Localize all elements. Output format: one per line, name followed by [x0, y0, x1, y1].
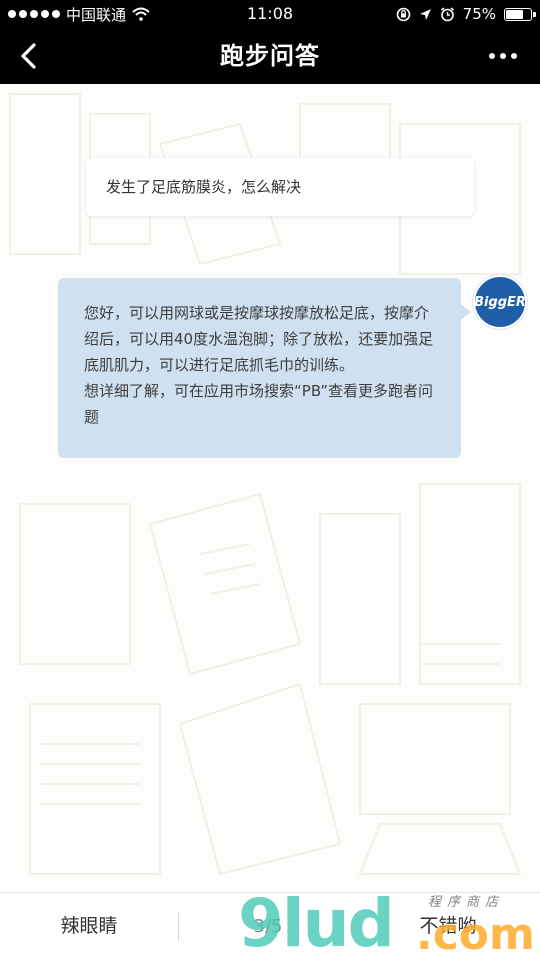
page-title: 跑步问答	[220, 42, 320, 70]
answer-text: 您好，可以用网球或是按摩球按摩放松足底，按摩介绍后，可以用40度水温泡脚；除了放…	[84, 304, 434, 374]
status-bar: 中国联通 11:08 75%	[0, 0, 540, 28]
alarm-clock-icon	[440, 6, 454, 21]
avatar: BiggER	[473, 275, 527, 329]
question-bubble: 发生了足底筋膜炎，怎么解决	[86, 158, 474, 216]
battery-icon	[504, 7, 536, 21]
answer-text: 想详细了解，可在应用市场搜索“PB”查看更多跑者问题	[84, 382, 434, 426]
dislike-button[interactable]: 辣眼睛	[0, 893, 178, 960]
like-button[interactable]: 不错哟	[356, 893, 540, 960]
nav-bar: 跑步问答	[0, 28, 540, 84]
bottom-action-bar: 辣眼睛 3/5 不错哟	[0, 892, 540, 960]
page-indicator: 3/5	[253, 916, 283, 937]
more-options-icon[interactable]	[486, 46, 520, 66]
battery-percent: 75%	[462, 5, 496, 23]
answer-bubble: 您好，可以用网球或是按摩球按摩放松足底，按摩介绍后，可以用40度水温泡脚；除了放…	[58, 278, 471, 458]
rotation-lock-icon	[396, 7, 410, 21]
status-right: 75%	[396, 0, 536, 28]
battery-fill	[506, 9, 524, 19]
chat-area: 发生了足底筋膜炎，怎么解决 您好，可以用网球或是按摩球按摩放松足底，按摩介绍后，…	[0, 84, 540, 892]
avatar-logo-text: BiggER	[474, 294, 526, 310]
divider	[178, 913, 179, 941]
location-arrow-icon	[419, 8, 431, 20]
